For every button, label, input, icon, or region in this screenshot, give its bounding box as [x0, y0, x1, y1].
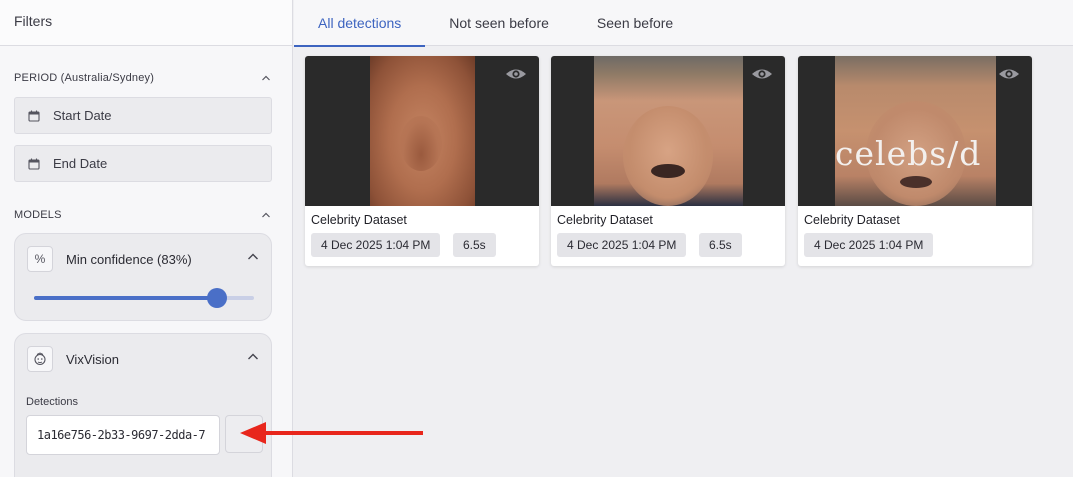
period-label: PERIOD (Australia/Sydney) [14, 72, 155, 84]
start-date-field[interactable]: Start Date [14, 97, 272, 134]
models-label: MODELS [14, 209, 62, 221]
annotation-arrow-icon [240, 422, 423, 444]
card-source-name: Celebrity Dataset [557, 213, 653, 227]
confidence-title: Min confidence (83%) [66, 251, 192, 267]
end-date-field[interactable]: End Date [14, 145, 272, 182]
detection-thumbnail[interactable] [551, 56, 785, 206]
calendar-icon [28, 110, 40, 122]
tab-bar: All detections Not seen before Seen befo… [294, 0, 1073, 47]
tab-not-seen-before[interactable]: Not seen before [425, 0, 573, 46]
card-source-name: Celebrity Dataset [804, 213, 900, 227]
tab-seen-before[interactable]: Seen before [573, 0, 697, 46]
confidence-card-header[interactable]: % Min confidence (83%) [15, 234, 271, 284]
detections-label: Detections [26, 396, 78, 408]
detections-input[interactable]: 1a16e756-2b33-9697-2dda-7 [26, 415, 220, 455]
eye-icon[interactable] [751, 66, 773, 82]
detection-thumbnail[interactable]: celebs/d [798, 56, 1032, 206]
duration-badge: 6.5s [453, 233, 496, 257]
sidebar-title: Filters [0, 0, 292, 46]
chevron-up-icon[interactable] [261, 210, 271, 220]
detection-card[interactable]: celebs/d Celebrity Dataset 4 Dec 2025 1:… [798, 56, 1032, 266]
confidence-card: % Min confidence (83%) [14, 233, 272, 321]
slider-thumb[interactable] [206, 288, 227, 308]
eye-icon[interactable] [998, 66, 1020, 82]
face-scan-icon [27, 346, 53, 372]
card-source-name: Celebrity Dataset [311, 213, 407, 227]
image-overlay-text: celebs/d [835, 134, 982, 173]
vixvision-card-header[interactable]: VixVision [15, 334, 271, 384]
models-section-header[interactable]: MODELS [0, 205, 285, 225]
chevron-up-icon[interactable] [261, 73, 271, 83]
slider-fill [34, 296, 217, 300]
percent-icon: % [27, 246, 53, 272]
timestamp-badge: 4 Dec 2025 1:04 PM [804, 233, 934, 257]
chevron-up-icon[interactable] [247, 350, 259, 368]
period-section-header[interactable]: PERIOD (Australia/Sydney) [0, 68, 285, 88]
duration-badge: 6.5s [699, 233, 742, 257]
detection-card[interactable]: Celebrity Dataset 4 Dec 2025 1:04 PM 6.5… [305, 56, 539, 266]
vixvision-card: VixVision Detections 1a16e756-2b33-9697-… [14, 333, 272, 477]
timestamp-badge: 4 Dec 2025 1:04 PM [557, 233, 687, 257]
tab-all-detections[interactable]: All detections [294, 0, 426, 47]
detection-thumbnail[interactable] [305, 56, 539, 206]
start-date-placeholder: Start Date [53, 108, 112, 123]
detection-card[interactable]: Celebrity Dataset 4 Dec 2025 1:04 PM 6.5… [551, 56, 785, 266]
eye-icon[interactable] [505, 66, 527, 82]
calendar-icon [28, 158, 40, 170]
filters-sidebar: Filters PERIOD (Australia/Sydney) Start … [0, 0, 293, 477]
end-date-placeholder: End Date [53, 156, 108, 171]
vixvision-title: VixVision [66, 351, 119, 367]
timestamp-badge: 4 Dec 2025 1:04 PM [311, 233, 441, 257]
chevron-up-icon[interactable] [247, 250, 259, 268]
confidence-slider[interactable] [34, 288, 254, 308]
